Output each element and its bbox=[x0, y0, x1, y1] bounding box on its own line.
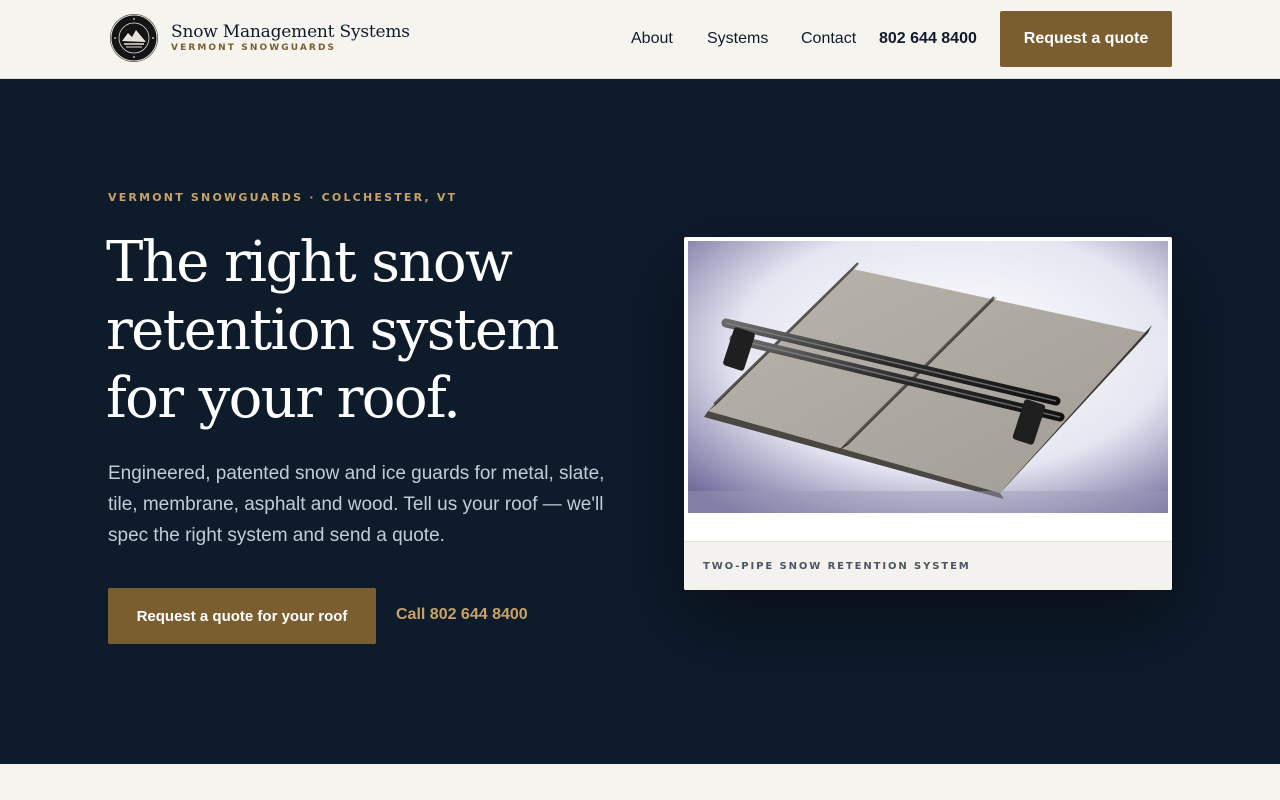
hero-request-quote-button[interactable]: Request a quote for your roof bbox=[108, 588, 376, 644]
header-phone-link[interactable]: 802 644 8400 bbox=[879, 29, 977, 49]
hero-eyebrow: VERMONT SNOWGUARDS · COLCHESTER, VT bbox=[108, 191, 458, 204]
brand-tagline: VERMONT SNOWGUARDS bbox=[171, 43, 337, 53]
hero-call-link[interactable]: Call 802 644 8400 bbox=[396, 605, 528, 625]
brand-name: Snow Management Systems bbox=[171, 22, 410, 42]
brand-text: Snow Management Systems VERMONT SNOWGUAR… bbox=[171, 22, 410, 54]
hero-section: VERMONT SNOWGUARDS · COLCHESTER, VT The … bbox=[0, 79, 1280, 764]
hero-headline: The right snow retention system for your… bbox=[106, 230, 559, 431]
nav-systems[interactable]: Systems bbox=[707, 29, 768, 49]
next-section bbox=[0, 764, 1280, 800]
site-header: Snow Management Systems VERMONT SNOWGUAR… bbox=[0, 0, 1280, 79]
nav-about[interactable]: About bbox=[631, 29, 673, 49]
hero-lede: Engineered, patented snow and ice guards… bbox=[108, 463, 605, 546]
figure-caption: TWO-PIPE SNOW RETENTION SYSTEM bbox=[684, 541, 1172, 590]
two-pipe-system-image bbox=[688, 241, 1168, 513]
header-request-quote-button[interactable]: Request a quote bbox=[1000, 11, 1172, 67]
nav-contact[interactable]: Contact bbox=[801, 29, 856, 49]
brand-seal-icon bbox=[110, 14, 158, 62]
brand-logo-link[interactable]: Snow Management Systems VERMONT SNOWGUAR… bbox=[110, 14, 410, 62]
product-figure: TWO-PIPE SNOW RETENTION SYSTEM bbox=[684, 237, 1172, 590]
